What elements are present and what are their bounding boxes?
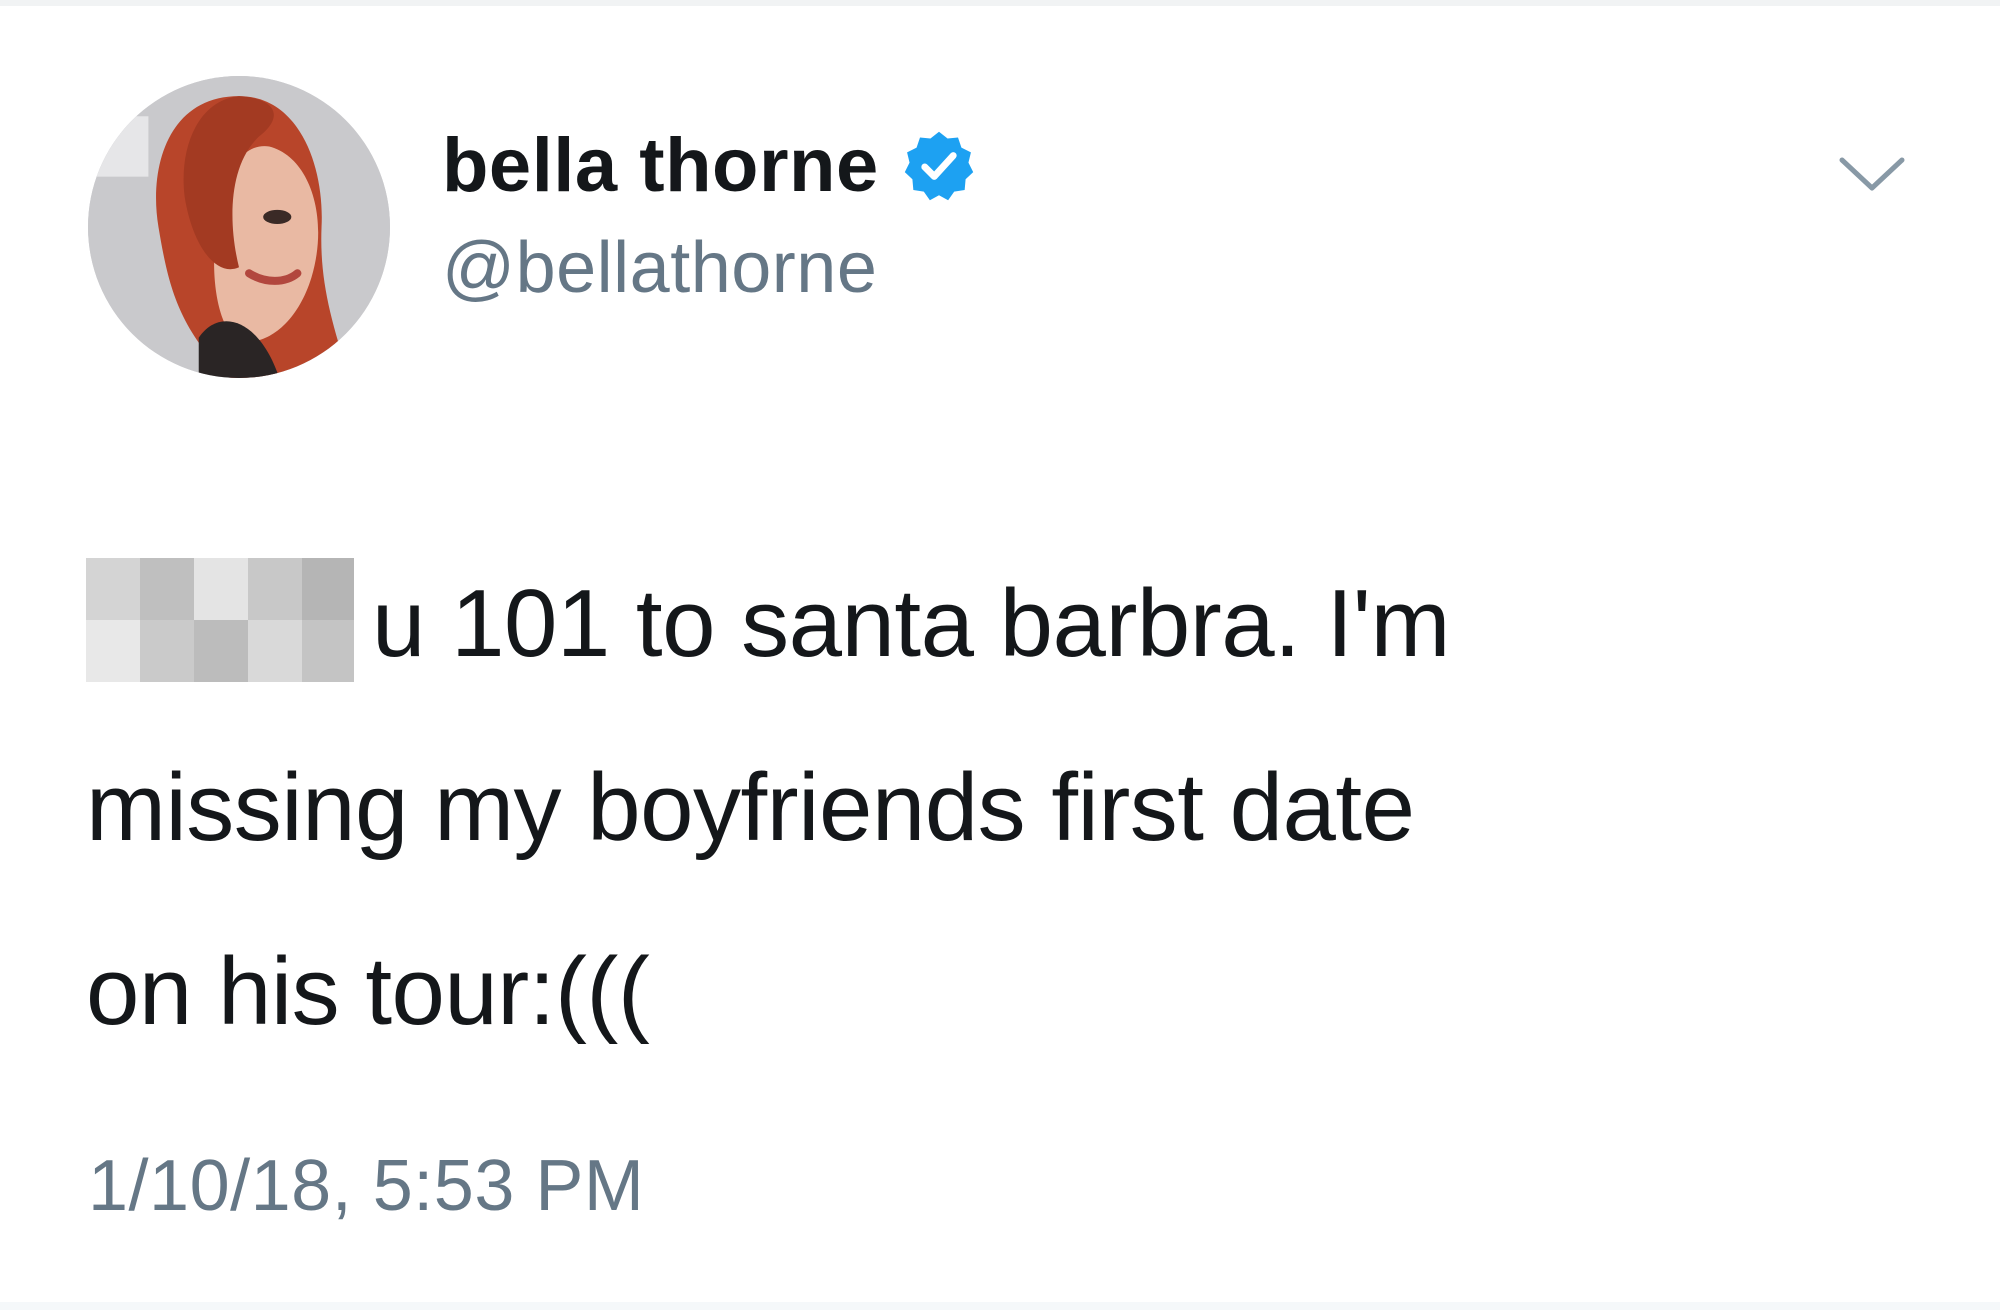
verified-badge-icon [904,131,973,201]
tweet-card: bella thorne @bellathorne u 101 to santa… [0,0,2000,1310]
tweet-text-line-2: missing my boyfriends first date [86,754,1415,861]
tweet-timestamp[interactable]: 1/10/18, 5:53 PM [88,1150,644,1222]
bottom-divider [0,1302,2000,1310]
user-handle[interactable]: @bellathorne [442,232,877,304]
avatar[interactable] [88,76,390,378]
avatar-photo [88,76,390,378]
top-divider [0,0,2000,6]
tweet-text-line-3: on his tour:((( [86,938,650,1045]
author-name-row[interactable]: bella thorne [442,118,977,214]
tweet-text: u 101 to santa barbra. I'm missing my boy… [86,532,1906,1084]
pixelated-redaction [86,557,354,682]
chevron-down-icon[interactable] [1836,150,1908,198]
display-name[interactable]: bella thorne [442,128,879,204]
tweet-text-line-1: u 101 to santa barbra. I'm [372,570,1450,677]
